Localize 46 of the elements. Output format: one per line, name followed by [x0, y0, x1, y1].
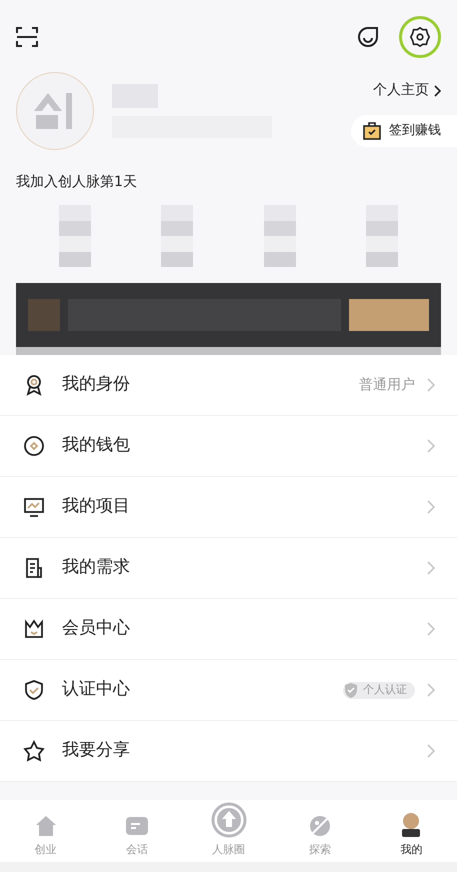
home-icon	[34, 814, 58, 838]
blurred-stat	[161, 205, 194, 267]
blurred-stat	[59, 205, 92, 267]
menu-label: 我的项目	[62, 495, 130, 518]
checkin-button[interactable]: 签到赚钱	[351, 115, 457, 147]
menu-label: 会员中心	[62, 617, 130, 640]
chevron-right-icon	[427, 622, 435, 636]
menu-value: 普通用户	[359, 376, 415, 394]
menu-label: 我的钱包	[62, 434, 130, 458]
verify-tag: 个人认证	[343, 682, 415, 698]
chevron-right-icon	[427, 378, 435, 392]
chevron-right-icon	[427, 561, 435, 575]
menu-label: 我要分享	[62, 739, 130, 762]
menu-row[interactable]: 我要分享	[0, 721, 457, 782]
menu-row[interactable]: 认证中心 个人认证	[0, 660, 457, 721]
chevron-right-icon	[427, 683, 435, 697]
planet-icon	[308, 814, 332, 838]
blurred-stat	[366, 205, 398, 267]
chevron-right-icon	[427, 500, 435, 514]
joined-text: 我加入创人脉第1天	[15, 173, 138, 192]
gift-bag-icon	[363, 122, 381, 140]
scan-icon[interactable]	[16, 27, 38, 47]
menu-label: 认证中心	[62, 678, 130, 702]
menu-row[interactable]: 我的需求	[0, 538, 457, 599]
profile-link[interactable]: 个人主页	[373, 80, 457, 101]
tab[interactable]: 我的	[366, 812, 457, 858]
coin-icon	[22, 434, 46, 458]
menu-label: 我的需求	[62, 556, 130, 580]
message-icon	[125, 816, 150, 838]
menu-row[interactable]: 我的项目	[0, 477, 457, 538]
shield-icon	[22, 678, 46, 702]
chevron-right-icon	[427, 744, 435, 758]
settings-icon	[409, 26, 431, 48]
menu-row[interactable]: 我的钱包	[0, 416, 457, 477]
crown-icon	[22, 617, 46, 641]
settings-button[interactable]	[399, 16, 441, 58]
blurred-stat	[264, 205, 296, 267]
star-icon	[22, 739, 46, 763]
shield-check-icon	[343, 682, 359, 698]
menu-label: 我的身份	[62, 373, 130, 396]
menu-row[interactable]: 会员中心	[0, 599, 457, 660]
monitor-icon	[22, 495, 46, 519]
menu-row[interactable]: 我的身份 普通用户	[0, 355, 457, 416]
chevron-right-icon	[427, 439, 435, 453]
smile-icon[interactable]	[357, 26, 379, 48]
chevron-right-icon	[433, 84, 441, 96]
